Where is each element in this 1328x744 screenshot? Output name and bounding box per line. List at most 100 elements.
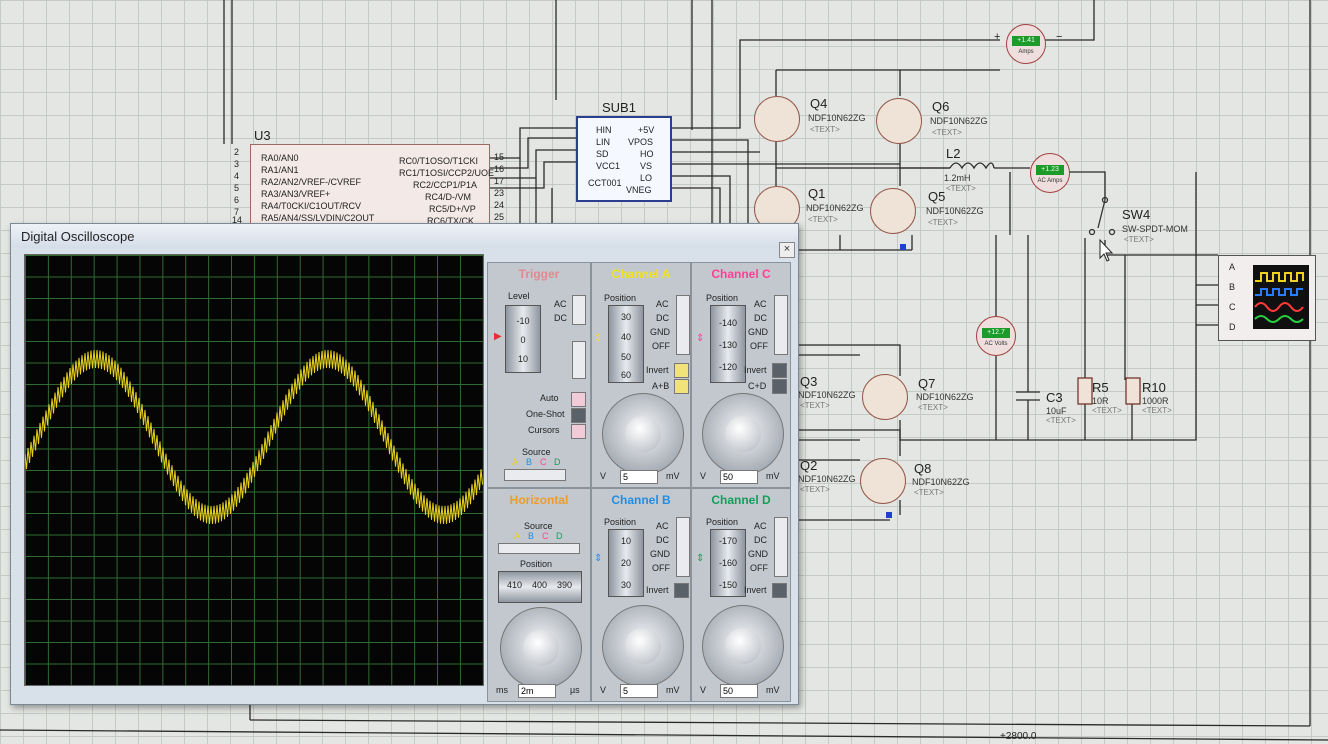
trigger-edge-switch[interactable] bbox=[572, 341, 586, 379]
mosfet-ref: Q6 bbox=[932, 99, 950, 114]
mosfet-q5[interactable] bbox=[870, 188, 916, 234]
mosfet-ref: Q3 bbox=[800, 374, 818, 389]
dc-ammeter[interactable]: +1.41 Amps bbox=[1006, 24, 1046, 64]
unit-left: V bbox=[700, 685, 707, 695]
channel-c-add-button[interactable] bbox=[772, 379, 787, 394]
trigger-source-d[interactable]: D bbox=[554, 457, 561, 467]
mosfet-q6[interactable] bbox=[876, 98, 922, 144]
channel-b-coupling-switch[interactable] bbox=[676, 517, 690, 577]
coupling-label: OFF bbox=[652, 563, 670, 573]
coupling-label: DC bbox=[754, 313, 767, 323]
invert-label: Invert bbox=[646, 365, 669, 375]
ac-ammeter[interactable]: +1.23 AC Amps bbox=[1030, 153, 1070, 193]
mosfet-ref: Q8 bbox=[914, 461, 932, 476]
coupling-label: OFF bbox=[750, 563, 768, 573]
horizontal-source-slider[interactable] bbox=[498, 543, 580, 554]
mcu-pin-number: 2 bbox=[234, 147, 240, 157]
coupling-label: GND bbox=[748, 549, 768, 559]
horizontal-source-b[interactable]: B bbox=[528, 531, 534, 541]
driver-pin-label: LIN bbox=[596, 137, 611, 147]
mosfet-q8[interactable] bbox=[860, 458, 906, 504]
trigger-coupling-switch[interactable] bbox=[572, 295, 586, 325]
mcu-pin-label: RC5/D+/VP bbox=[429, 204, 476, 214]
channel-d-invert-button[interactable] bbox=[772, 583, 787, 598]
mosfet-ref: Q7 bbox=[918, 376, 936, 391]
auto-button[interactable] bbox=[571, 392, 586, 407]
channel-c-coupling-switch[interactable] bbox=[774, 295, 788, 355]
scope-waveform bbox=[25, 349, 483, 525]
resistor-value: 1000R bbox=[1142, 396, 1169, 406]
channel-a-invert-button[interactable] bbox=[674, 363, 689, 378]
mcu-pin-label: RA3/AN3/VREF+ bbox=[261, 189, 331, 199]
trigger-source-slider[interactable] bbox=[504, 469, 566, 481]
scope-icon-screen bbox=[1253, 265, 1309, 329]
close-button[interactable]: × bbox=[779, 242, 795, 258]
channel-b-position-drum[interactable]: 10 20 30 bbox=[608, 529, 644, 597]
scope-instrument-icon[interactable]: A B C D bbox=[1218, 255, 1316, 341]
channel-b-volts-value[interactable]: 5 bbox=[620, 684, 658, 698]
meter-label: AC Volts bbox=[984, 341, 1008, 347]
channel-d-position-drum[interactable]: -170 -160 -150 bbox=[710, 529, 746, 597]
level-marker-icon: ▶ bbox=[494, 331, 502, 342]
channel-c-invert-button[interactable] bbox=[772, 363, 787, 378]
mcu-pin-label: RA5/AN4/SS/LVDIN/C2OUT bbox=[261, 213, 375, 223]
timebase-knob[interactable] bbox=[500, 607, 582, 689]
capacitor-text: <TEXT> bbox=[1046, 416, 1076, 425]
scale-label: -10 bbox=[516, 316, 530, 326]
mosfet-part: NDF10N62ZG bbox=[808, 113, 866, 123]
knob-cap bbox=[523, 630, 559, 666]
timebase-value[interactable]: 2m bbox=[518, 684, 556, 698]
scale-label: 20 bbox=[620, 558, 631, 568]
mcu-pin-number: 6 bbox=[234, 195, 240, 205]
oscilloscope-titlebar[interactable]: Digital Oscilloscope bbox=[11, 224, 798, 248]
driver-pin-label: VS bbox=[640, 161, 653, 171]
horizontal-source-a[interactable]: A bbox=[514, 531, 520, 541]
mosfet-ref: Q4 bbox=[810, 96, 828, 111]
inductor-value: 1.2mH bbox=[944, 173, 971, 183]
channel-b-invert-button[interactable] bbox=[674, 583, 689, 598]
coupling-label: DC bbox=[656, 313, 669, 323]
trigger-mode-label: Cursors bbox=[528, 425, 560, 435]
horizontal-position-drum[interactable]: 410 400 390 bbox=[498, 571, 582, 603]
trigger-source-a[interactable]: A bbox=[512, 457, 518, 467]
channel-a-volts-value[interactable]: 5 bbox=[620, 470, 658, 484]
horizontal-source-c[interactable]: C bbox=[542, 531, 549, 541]
channel-a-add-button[interactable] bbox=[674, 379, 689, 394]
driver-pin-label: +5V bbox=[638, 125, 655, 135]
channel-b-volts-knob[interactable] bbox=[602, 605, 684, 687]
channel-c-volts-value[interactable]: 50 bbox=[720, 470, 758, 484]
mosfet-q4[interactable] bbox=[754, 96, 800, 142]
channel-a-volts-knob[interactable] bbox=[602, 393, 684, 475]
channel-d-volts-knob[interactable] bbox=[702, 605, 784, 687]
trigger-level-drum[interactable]: -10 0 10 bbox=[505, 305, 541, 373]
trigger-source-label: Source bbox=[522, 447, 551, 457]
trigger-source-b[interactable]: B bbox=[526, 457, 532, 467]
ac-voltmeter[interactable]: +12.7 AC Volts bbox=[976, 316, 1016, 356]
horizontal-panel: Horizontal Source A B C D Position 410 4… bbox=[487, 488, 591, 702]
mosfet-text: <TEXT> bbox=[918, 403, 948, 412]
cursors-button[interactable] bbox=[571, 424, 586, 439]
trigger-source-c[interactable]: C bbox=[540, 457, 547, 467]
meter-minus-sign: − bbox=[1056, 31, 1063, 43]
position-label: Position bbox=[706, 293, 739, 303]
oscilloscope-title: Digital Oscilloscope bbox=[21, 229, 135, 244]
mcu-pin-label: RC4/D-/VM bbox=[425, 192, 472, 202]
scope-input-label: D bbox=[1229, 322, 1236, 332]
channel-c-volts-knob[interactable] bbox=[702, 393, 784, 475]
one-shot-button[interactable] bbox=[571, 408, 586, 423]
channel-d-coupling-switch[interactable] bbox=[774, 517, 788, 577]
horizontal-source-d[interactable]: D bbox=[556, 531, 563, 541]
channel-a-position-drum[interactable]: 30 40 50 60 bbox=[608, 305, 644, 383]
mosfet-text: <TEXT> bbox=[800, 485, 830, 494]
oscilloscope-window[interactable]: Digital Oscilloscope × Trigger Level -10… bbox=[10, 223, 799, 705]
channel-a-title: Channel A bbox=[611, 267, 671, 281]
channel-c-position-drum[interactable]: -140 -130 -120 bbox=[710, 305, 746, 383]
channel-d-volts-value[interactable]: 50 bbox=[720, 684, 758, 698]
timebase-unit-left: ms bbox=[496, 685, 508, 695]
scale-label: -130 bbox=[718, 340, 737, 350]
scale-label: 0 bbox=[520, 335, 526, 345]
channel-a-coupling-switch[interactable] bbox=[676, 295, 690, 355]
driver-sub1[interactable]: HIN LIN SD VCC1 +5V VPOS HO VS LO VNEG C… bbox=[576, 116, 672, 202]
knob-cap bbox=[625, 416, 661, 452]
mosfet-q7[interactable] bbox=[862, 374, 908, 420]
